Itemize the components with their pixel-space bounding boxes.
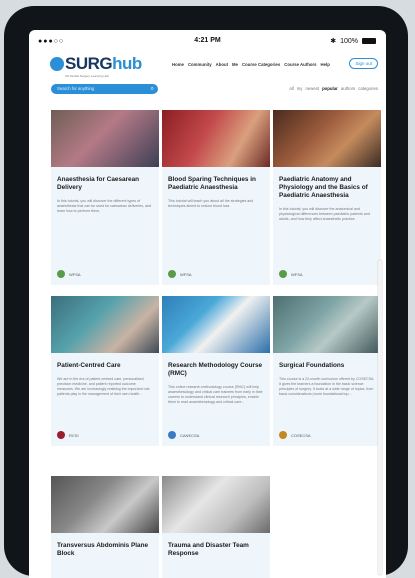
nav-home[interactable]: Home: [172, 62, 184, 67]
course-card[interactable]: Anaesthesia for Caesarean Delivery In th…: [51, 110, 159, 285]
canecsa-icon: [168, 431, 176, 439]
course-title: Research Methodology Course (RMC): [168, 362, 263, 377]
signout-button[interactable]: Sign out: [349, 58, 378, 69]
screen: ●●●○○ 4:21 PM ✱ 100% SURGhub UN Global S…: [29, 30, 386, 578]
cosecsa-icon: [279, 431, 287, 439]
course-thumbnail: [162, 110, 270, 167]
filter-bar: all my newest popular authors categories: [289, 86, 378, 91]
course-description: We are in the era of patient centred car…: [57, 377, 150, 396]
wfsa-icon: [168, 270, 176, 278]
course-card[interactable]: Trauma and Disaster Team Response: [162, 476, 270, 578]
course-card[interactable]: Transversus Abdominis Plane Block: [51, 476, 159, 578]
nav-community[interactable]: Community: [188, 62, 212, 67]
course-description: This course is a 22-month curriculum off…: [279, 377, 375, 396]
provider-label: COSECSA: [291, 432, 311, 438]
provider-label: CANECSA: [180, 432, 200, 438]
course-description: In this tutorial, you will discover the …: [279, 207, 370, 221]
course-thumbnail: [51, 296, 159, 353]
search-icon[interactable]: ⌕: [151, 84, 154, 94]
nav-links: Home Community About Me Course Categorie…: [172, 62, 330, 67]
course-title: Paediatric Anatomy and Physiology and th…: [279, 176, 368, 199]
tablet-frame: ●●●○○ 4:21 PM ✱ 100% SURGhub UN Global S…: [4, 6, 408, 578]
logo-text: SURGhub: [65, 54, 142, 73]
status-bar: ●●●○○ 4:21 PM ✱ 100%: [29, 30, 386, 52]
course-card[interactable]: Blood Sparing Techniques in Paediatric A…: [162, 110, 270, 285]
nav-help[interactable]: Help: [321, 62, 330, 67]
filter-popular[interactable]: popular: [322, 86, 338, 91]
course-title: Blood Sparing Techniques in Paediatric A…: [168, 176, 256, 191]
course-thumbnail: [51, 476, 159, 533]
wfsa-icon: [57, 270, 65, 278]
course-title: Anaesthesia for Caesarean Delivery: [57, 176, 140, 191]
course-card[interactable]: Patient-Centred Care We are in the era o…: [51, 296, 159, 446]
wfsa-icon: [279, 270, 287, 278]
surghub-logo[interactable]: SURGhub: [50, 54, 142, 74]
course-provider: WFSA: [279, 270, 303, 278]
course-provider: CANECSA: [168, 431, 199, 439]
nav-about[interactable]: About: [216, 62, 228, 67]
globe-icon: [50, 57, 64, 71]
filter-newest[interactable]: newest: [305, 86, 319, 91]
course-provider: RCSI: [57, 431, 79, 439]
search-row: Search for anything ⌕ all my newest popu…: [29, 84, 386, 104]
rcsi-icon: [57, 431, 65, 439]
battery-label: 100%: [340, 37, 358, 45]
filter-authors[interactable]: authors: [341, 86, 355, 91]
course-title: Patient-Centred Care: [57, 362, 121, 369]
course-thumbnail: [162, 296, 270, 353]
nav-course-authors[interactable]: Course Authors: [284, 62, 316, 67]
course-description: This tutorial will teach you about all t…: [168, 199, 254, 208]
provider-label: WFSA: [180, 271, 192, 277]
course-thumbnail: [51, 110, 159, 167]
scrollbar[interactable]: [378, 260, 382, 575]
provider-label: WFSA: [69, 271, 81, 277]
filter-categories[interactable]: categories: [358, 86, 378, 91]
course-description: In this tutorial, you will discover the …: [57, 199, 152, 213]
filter-my[interactable]: my: [297, 86, 303, 91]
course-thumbnail: [162, 476, 270, 533]
battery-icon: [362, 38, 376, 44]
search-input[interactable]: Search for anything ⌕: [51, 84, 158, 94]
course-title: Surgical Foundations: [279, 362, 345, 369]
course-description: This online research methodology course …: [168, 385, 263, 404]
provider-label: RCSI: [69, 432, 79, 438]
course-card[interactable]: Paediatric Anatomy and Physiology and th…: [273, 110, 381, 285]
course-provider: COSECSA: [279, 431, 311, 439]
nav-me[interactable]: Me: [232, 62, 238, 67]
top-nav: SURGhub UN Global Surgery Learning Hub H…: [29, 52, 386, 78]
battery-area: ✱ 100%: [330, 37, 376, 45]
course-card[interactable]: Research Methodology Course (RMC) This o…: [162, 296, 270, 446]
nav-course-categories[interactable]: Course Categories: [242, 62, 280, 67]
course-provider: WFSA: [57, 270, 81, 278]
course-provider: WFSA: [168, 270, 192, 278]
provider-label: WFSA: [291, 271, 303, 277]
filter-all[interactable]: all: [289, 86, 293, 91]
logo-tagline: UN Global Surgery Learning Hub: [65, 74, 110, 78]
course-thumbnail: [273, 110, 381, 167]
course-title: Transversus Abdominis Plane Block: [57, 542, 149, 557]
course-card[interactable]: Surgical Foundations This course is a 22…: [273, 296, 381, 446]
bluetooth-icon: ✱: [330, 38, 337, 45]
course-title: Trauma and Disaster Team Response: [168, 542, 249, 557]
course-thumbnail: [273, 296, 381, 353]
search-placeholder: Search for anything: [57, 86, 95, 91]
